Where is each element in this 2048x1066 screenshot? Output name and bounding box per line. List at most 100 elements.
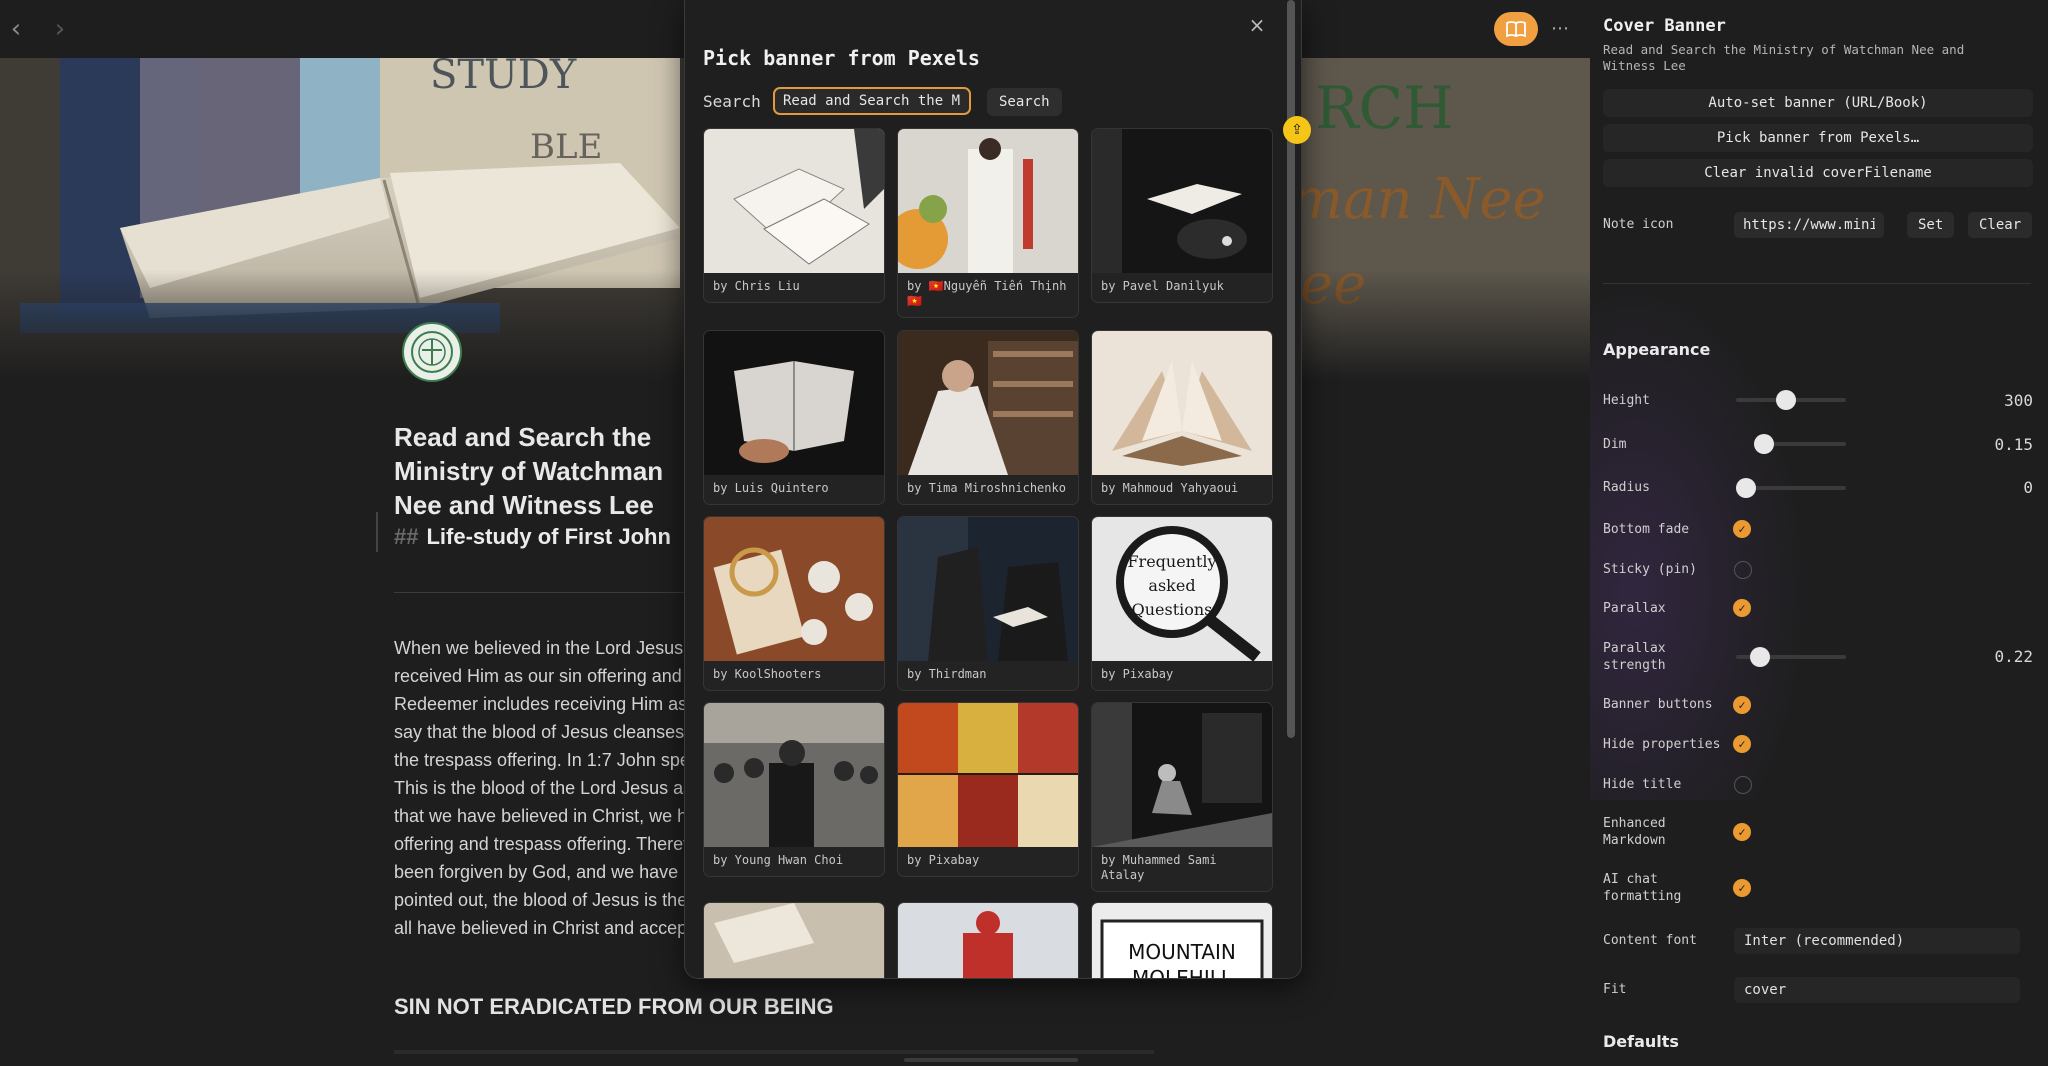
photo-card[interactable]: Frequently asked Questions by Pixabay [1091,516,1273,691]
radius-slider[interactable] [1736,478,1846,498]
photo-credit: by Young Hwan Choi [713,853,844,867]
person-reading-floor-photo [1092,703,1272,847]
photo-card[interactable]: by Young Hwan Choi [703,702,885,877]
note-icon-label: Note icon [1603,217,1674,232]
bottom-fade-label: Bottom fade [1603,522,1690,537]
note-icon-input[interactable] [1734,212,1884,238]
open-book-dark-photo [704,331,884,475]
photo-credit: by KoolShooters [713,667,822,681]
paragraph-line: Redeemer includes receiving Him as [394,694,688,714]
paragraph-line: This is the blood of the Lord Jesus as [394,778,693,798]
slider-knob[interactable] [1775,390,1796,410]
more-options-button[interactable]: ⋯ [1546,16,1574,44]
sticky-label: Sticky (pin) [1603,562,1697,577]
modal-scrollbar[interactable] [1287,0,1295,738]
bottom-fade-toggle[interactable]: ✓ [1733,520,1751,538]
photo-card[interactable]: by KoolShooters [703,516,885,691]
photo-card[interactable]: by 🇻🇳Nguyễn Tiến Thịnh 🇻🇳 [897,128,1079,318]
dim-value: 0.15 [1994,435,2033,454]
paper-photo [704,903,884,978]
photo-card[interactable]: by Muhammed Sami Atalay [1091,702,1273,892]
fit-select[interactable]: cover [1734,977,2020,1003]
heading-marker: ## [394,524,419,549]
dim-slider[interactable] [1754,434,1846,454]
sticky-toggle[interactable] [1734,561,1752,579]
parallax-label: Parallax [1603,601,1666,616]
set-icon-button[interactable]: Set [1907,212,1955,238]
enhanced-markdown-toggle[interactable]: ✓ [1733,823,1751,841]
content-font-select[interactable]: Inter (recommended) [1734,928,2020,954]
photo-card[interactable]: by Thirdman [897,516,1079,691]
note-icon[interactable] [402,322,462,382]
photo-thumbnail [704,129,884,273]
photo-credit: by Mahmoud Yahyaoui [1101,481,1239,495]
photo-card[interactable]: by Mahmoud Yahyaoui [1091,330,1273,505]
close-icon: × [1248,13,1266,37]
photo-credit: by Muhammed Sami Atalay [1101,853,1217,882]
bible-in-hands-photo [1092,129,1272,273]
photo-credit: by Luis Quintero [713,481,829,495]
paragraph-line: the trespass offering. In 1:7 John speak… [394,750,694,770]
photo-thumbnail: Frequently asked Questions [1092,517,1272,661]
priest-altar-photo [898,129,1078,273]
photo-thumbnail [1092,331,1272,475]
paragraph-line: received Him as our sin offering and [394,666,682,686]
parallax-strength-slider[interactable] [1736,647,1846,667]
banner-buttons-toggle[interactable]: ✓ [1733,696,1751,714]
hide-title-toggle[interactable] [1734,776,1752,794]
heading-2-text: Life-study of First John [426,524,671,549]
radius-value: 0 [2023,478,2033,497]
dim-label: Dim [1603,437,1627,452]
parallax-strength-label: Parallax strength [1603,641,1666,673]
pin-badge[interactable]: ⇪ [1283,116,1311,144]
slider-knob[interactable] [1754,434,1774,454]
appearance-heading: Appearance [1603,340,1711,359]
man-library-photo [898,331,1078,475]
photo-card[interactable]: by Luis Quintero [703,330,885,505]
photo-card[interactable] [703,902,885,978]
height-label: Height [1603,393,1650,408]
pexels-picker-modal: × Pick banner from Pexels Search Search … [684,0,1302,979]
back-button[interactable]: ‹ [2,16,30,44]
chevron-right-icon: › [54,14,66,44]
heading-fold-gutter [376,512,378,552]
hide-properties-toggle[interactable]: ✓ [1733,735,1751,753]
autoset-banner-button[interactable]: Auto-set banner (URL/Book) [1603,89,2033,117]
photo-card[interactable]: by Chris Liu [703,128,885,303]
panel-subtitle: Read and Search the Ministry of Watchman… [1603,42,1965,73]
content-font-label: Content font [1603,933,1697,948]
clear-icon-button[interactable]: Clear [1968,212,2033,238]
photo-card[interactable]: by Pixabay [897,702,1079,877]
pick-banner-button[interactable]: Pick banner from Pexels… [1603,124,2033,152]
slider-knob[interactable] [1750,647,1771,667]
fit-label: Fit [1603,982,1627,997]
paragraph-line: that we have believed in Christ, we have [394,806,694,826]
slider-knob[interactable] [1736,478,1756,498]
next-line-fragment [394,1050,1154,1054]
clear-invalid-button[interactable]: Clear invalid coverFilename [1603,159,2033,187]
open-book-fanned-photo [1092,331,1272,475]
close-button[interactable]: × [1243,12,1271,40]
height-slider[interactable] [1736,390,1846,410]
protester-photo [898,903,1078,978]
reading-view-button[interactable] [1494,12,1538,46]
paragraph-line: been forgiven by God, and we have [394,862,679,882]
photo-card[interactable] [897,902,1079,978]
parallax-toggle[interactable]: ✓ [1733,599,1751,617]
svg-text:RCH: RCH [1315,74,1454,142]
photo-card[interactable]: by Tima Miroshnichenko [897,330,1079,505]
ai-chat-toggle[interactable]: ✓ [1733,879,1751,897]
photo-thumbnail [704,517,884,661]
forward-button[interactable]: › [46,16,74,44]
search-input[interactable] [773,87,971,115]
check-icon: ✓ [1738,825,1746,839]
search-button[interactable]: Search [987,88,1062,116]
photo-credit: by Tima Miroshnichenko [907,481,1066,495]
note-title: Read and Search the Ministry of Watchman… [394,422,664,520]
photo-card[interactable]: MOUNTAIN MOLEHILL [1091,902,1273,978]
crowd-hall-photo [704,703,884,847]
sign-text: MOUNTAIN [1128,940,1236,964]
faq-magnifier-photo: Frequently asked Questions [1092,517,1272,661]
photo-card[interactable]: by Pavel Danilyuk [1091,128,1273,303]
horizontal-scrollbar[interactable] [904,1058,1078,1062]
